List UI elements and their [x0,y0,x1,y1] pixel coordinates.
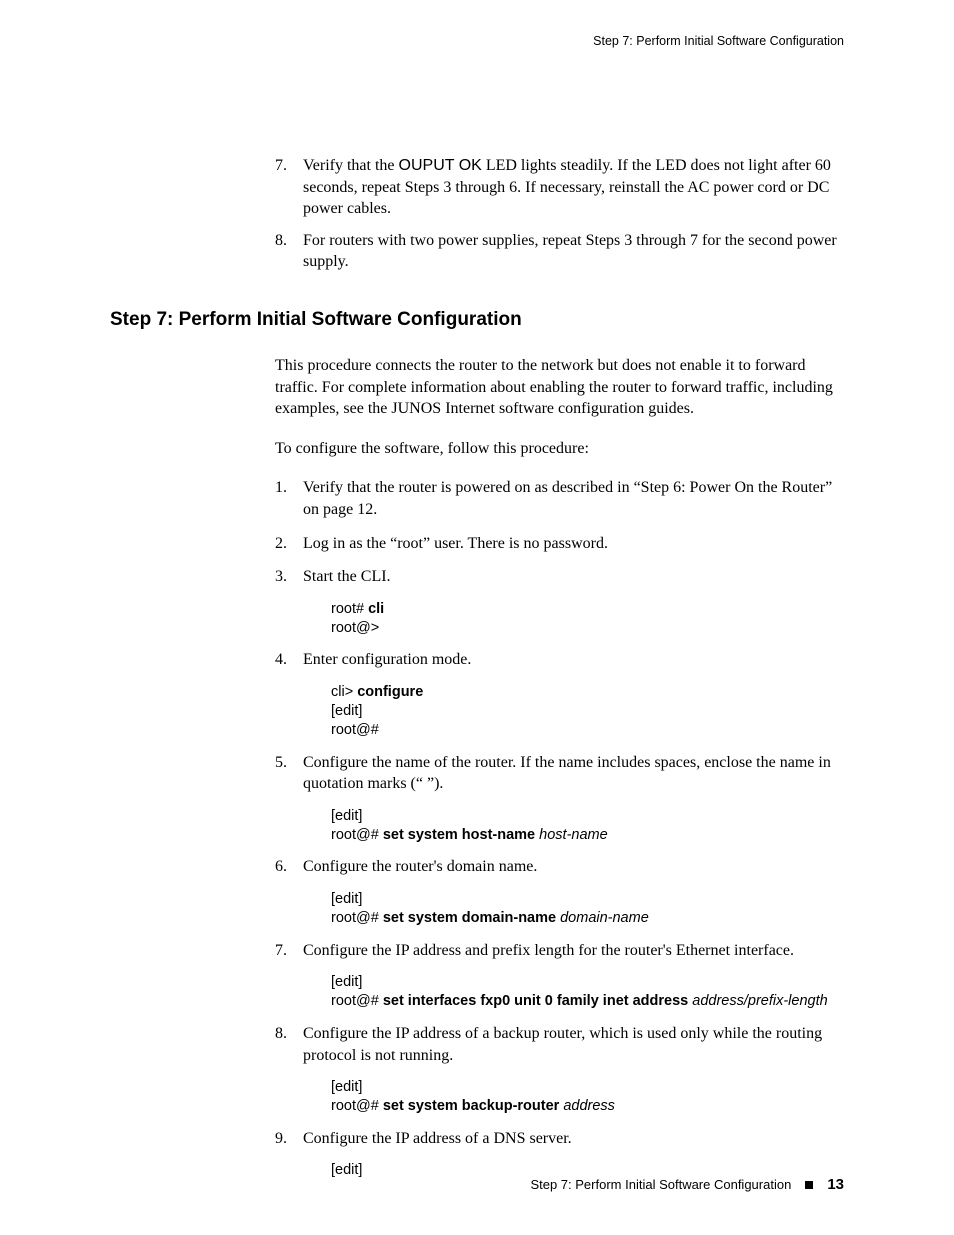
list-text: Start the CLI. [303,566,844,588]
code-block: [edit] root@# set system domain-name dom… [331,890,844,928]
list-text: Configure the router's domain name. [303,856,844,878]
code-line: [edit] [331,973,844,992]
list-item: 4. Enter configuration mode. cli> config… [275,649,844,739]
page: Step 7: Perform Initial Software Configu… [0,0,954,1235]
list-text: Verify that the router is powered on as … [303,477,844,520]
prompt: root@# [331,827,383,843]
text-run: Verify that the [303,157,399,174]
list-text: Log in as the “root” user. There is no p… [303,533,844,555]
prompt: root@# [331,1098,383,1114]
footer-title: Step 7: Perform Initial Software Configu… [530,1177,791,1192]
command: cli [368,601,384,617]
code-line: cli> configure [331,683,844,702]
list-item: 8. Configure the IP address of a backup … [275,1023,844,1116]
list-text: Configure the name of the router. If the… [303,752,844,795]
running-head: Step 7: Perform Initial Software Configu… [593,34,844,48]
list-number: 6. [275,856,303,878]
code-line: [edit] [331,702,844,721]
code-line: root# cli [331,600,844,619]
list-text: For routers with two power supplies, rep… [303,230,844,273]
code-line: [edit] [331,1078,844,1097]
list-number: 8. [275,230,303,273]
code-line: root@# set system backup-router address [331,1097,844,1116]
command: set system domain-name [383,910,560,926]
list-item: 5. Configure the name of the router. If … [275,752,844,845]
list-item: 9. Configure the IP address of a DNS ser… [275,1128,844,1180]
list-item: 7. Configure the IP address and prefix l… [275,940,844,1011]
command: set system backup-router [383,1098,564,1114]
code-line: root@# set system domain-name domain-nam… [331,909,844,928]
code-line: root@# set interfaces fxp0 unit 0 family… [331,992,844,1011]
ouput-ok-label: OUPUT OK [399,157,482,174]
list-text: Verify that the OUPUT OK LED lights stea… [303,155,844,220]
list-item: 6. Configure the router's domain name. [… [275,856,844,927]
list-number: 9. [275,1128,303,1150]
code-line: root@# set system host-name host-name [331,826,844,845]
argument: domain-name [560,910,649,926]
prompt: cli> [331,684,357,700]
code-line: root@# [331,721,844,740]
page-footer: Step 7: Perform Initial Software Configu… [530,1176,844,1193]
code-line: [edit] [331,807,844,826]
argument: address [563,1098,615,1114]
list-number: 8. [275,1023,303,1066]
intro-paragraph: This procedure connects the router to th… [275,355,844,420]
list-number: 2. [275,533,303,555]
list-item: 1. Verify that the router is powered on … [275,477,844,520]
content-area: 7. Verify that the OUPUT OK LED lights s… [110,155,844,1192]
square-icon [805,1181,813,1189]
procedure-list: 1. Verify that the router is powered on … [275,477,844,1180]
list-text: Enter configuration mode. [303,649,844,671]
list-item: 2. Log in as the “root” user. There is n… [275,533,844,555]
code-block: [edit] root@# set interfaces fxp0 unit 0… [331,973,844,1011]
list-number: 5. [275,752,303,795]
code-line: root@> [331,619,844,638]
argument: host-name [539,827,608,843]
page-number: 13 [827,1176,844,1193]
list-text: Configure the IP address of a DNS server… [303,1128,844,1150]
lead-in-paragraph: To configure the software, follow this p… [275,438,844,460]
list-item: 8. For routers with two power supplies, … [275,230,844,273]
code-line: [edit] [331,890,844,909]
code-block: cli> configure [edit] root@# [331,683,844,740]
list-item: 7. Verify that the OUPUT OK LED lights s… [275,155,844,220]
list-number: 7. [275,155,303,220]
list-number: 7. [275,940,303,962]
list-number: 3. [275,566,303,588]
section-heading: Step 7: Perform Initial Software Configu… [110,309,844,331]
code-block: [edit] root@# set system backup-router a… [331,1078,844,1116]
prompt: root@# [331,910,383,926]
list-text: Configure the IP address of a backup rou… [303,1023,844,1066]
prompt: root@# [331,993,383,1009]
command: set system host-name [383,827,539,843]
list-number: 1. [275,477,303,520]
list-number: 4. [275,649,303,671]
list-text: Configure the IP address and prefix leng… [303,940,844,962]
code-block: root# cli root@> [331,600,844,638]
argument: address/prefix-length [692,993,827,1009]
command: set interfaces fxp0 unit 0 family inet a… [383,993,692,1009]
prompt: root# [331,601,368,617]
command: configure [357,684,423,700]
list-item: 3. Start the CLI. root# cli root@> [275,566,844,637]
prior-step-list: 7. Verify that the OUPUT OK LED lights s… [275,155,844,273]
code-block: [edit] root@# set system host-name host-… [331,807,844,845]
